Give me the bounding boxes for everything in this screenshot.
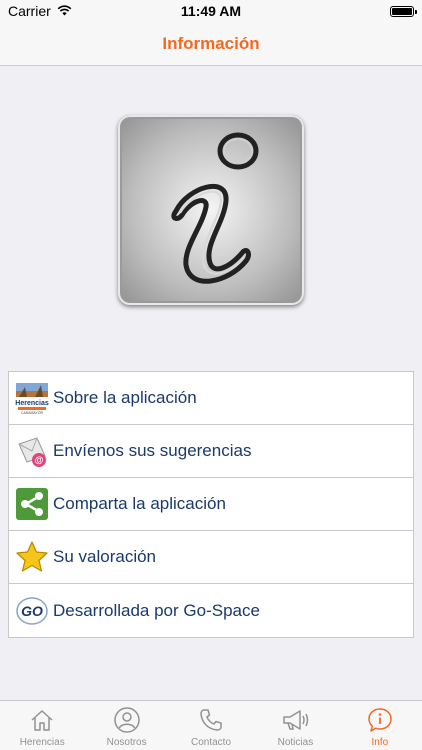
logo-text: Herencias [15,400,49,407]
logo-subtext: CASAMAYOR [21,411,44,415]
tab-bar: Herencias Nosotros Contacto Noticias Inf… [0,700,422,750]
menu-item-suggestions[interactable]: @ Envíenos sus sugerencias [9,425,413,478]
info-menu-list: Herencias CASAMAYOR Sobre la aplicación … [8,371,414,638]
info-hero-icon [118,115,304,305]
menu-item-label: Su valoración [53,547,157,566]
menu-item-about[interactable]: Herencias CASAMAYOR Sobre la aplicación [9,372,413,425]
mail-at-icon: @ [15,434,49,468]
go-space-logo-icon: GO [15,594,49,628]
menu-item-rating[interactable]: Su valoración [9,531,413,584]
phone-icon [196,705,226,735]
page-title: Información [162,33,260,53]
tab-noticias[interactable]: Noticias [253,701,337,750]
menu-item-developer[interactable]: GO Desarrollada por Go-Space [9,584,413,637]
svg-text:@: @ [35,455,44,465]
tab-nosotros[interactable]: Nosotros [84,701,168,750]
star-icon [15,540,49,574]
tab-label: Herencias [19,737,65,748]
status-bar: Carrier 11:49 AM [0,0,422,22]
menu-item-label: Envíenos sus sugerencias [53,441,252,460]
tab-contacto[interactable]: Contacto [169,701,253,750]
menu-item-label: Desarrollada por Go-Space [53,600,260,620]
battery-icon [390,5,417,17]
menu-item-label: Comparta la aplicación [53,494,226,513]
megaphone-icon [280,705,310,735]
go-logo-text: GO [21,603,43,619]
tab-label: Nosotros [106,737,147,748]
tab-herencias[interactable]: Herencias [0,701,84,750]
info-icon [365,705,395,735]
person-icon [112,705,142,735]
herencias-logo-icon: Herencias CASAMAYOR [15,381,49,415]
share-icon [15,487,49,521]
tab-label: Info [371,737,389,748]
menu-item-label: Sobre la aplicación [53,388,197,407]
tab-info[interactable]: Info [338,701,422,750]
menu-item-share[interactable]: Comparta la aplicación [9,478,413,531]
tab-label: Contacto [191,737,232,748]
home-icon [27,705,57,735]
status-time: 11:49 AM [180,3,242,19]
nav-bar: Información [0,22,422,66]
tab-label: Noticias [277,737,314,748]
